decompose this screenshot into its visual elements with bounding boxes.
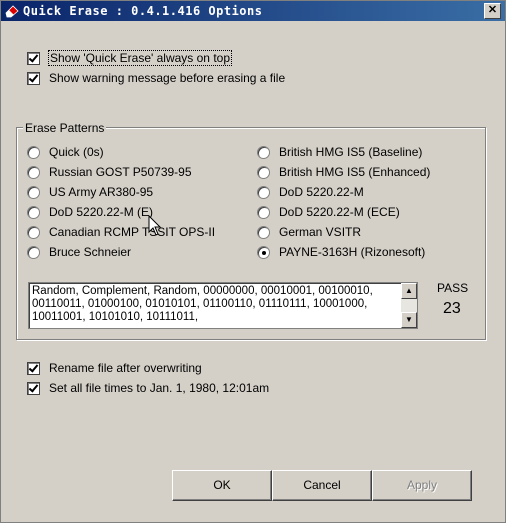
pattern-radio[interactable]: Quick (0s) xyxy=(27,145,104,159)
checkbox-label: Show 'Quick Erase' always on top xyxy=(48,50,232,66)
pattern-radio[interactable]: Bruce Schneier xyxy=(27,245,131,259)
radio-label: US Army AR380-95 xyxy=(49,185,154,199)
rename-file-checkbox[interactable]: Rename file after overwriting xyxy=(27,361,202,375)
title-bar[interactable]: Quick Erase : 0.4.1.416 Options ✕ xyxy=(1,1,505,21)
group-label: Erase Patterns xyxy=(23,121,107,135)
set-file-times-checkbox[interactable]: Set all file times to Jan. 1, 1980, 12:0… xyxy=(27,381,269,395)
radio-dot[interactable] xyxy=(257,245,270,259)
radio-dot[interactable] xyxy=(257,165,270,179)
radio-label: DoD 5220.22-M (E) xyxy=(49,205,154,219)
ok-button[interactable]: OK xyxy=(172,470,272,501)
pattern-description[interactable]: Random, Complement, Random, 00000000, 00… xyxy=(28,282,418,329)
radio-label: PAYNE-3163H (Rizonesoft) xyxy=(279,245,426,259)
radio-dot[interactable] xyxy=(27,245,40,259)
radio-dot[interactable] xyxy=(27,165,40,179)
radio-label: Quick (0s) xyxy=(49,145,104,159)
pattern-radio[interactable]: PAYNE-3163H (Rizonesoft) xyxy=(257,245,425,259)
pattern-radio[interactable]: Canadian RCMP TSSIT OPS-II xyxy=(27,225,215,239)
always-on-top-checkbox[interactable]: Show 'Quick Erase' always on top xyxy=(27,50,232,66)
radio-label: Canadian RCMP TSSIT OPS-II xyxy=(49,225,216,239)
radio-label: Bruce Schneier xyxy=(49,245,132,259)
scroll-down-icon[interactable]: ▼ xyxy=(401,312,417,328)
pass-label: PASS xyxy=(437,281,469,295)
radio-label: Russian GOST P50739-95 xyxy=(49,165,192,179)
radio-dot[interactable] xyxy=(257,205,270,219)
warning-message-checkbox[interactable]: Show warning message before erasing a fi… xyxy=(27,71,285,85)
checkbox-box[interactable] xyxy=(27,51,40,65)
pattern-radio[interactable]: British HMG IS5 (Enhanced) xyxy=(257,165,430,179)
pattern-radio[interactable]: DoD 5220.22-M (E) xyxy=(27,205,153,219)
apply-button[interactable]: Apply xyxy=(372,470,472,501)
checkbox-label: Set all file times to Jan. 1, 1980, 12:0… xyxy=(49,381,270,395)
radio-dot[interactable] xyxy=(27,185,40,199)
checkbox-box[interactable] xyxy=(27,71,40,85)
radio-label: German VSITR xyxy=(279,225,362,239)
vertical-scrollbar[interactable]: ▲ ▼ xyxy=(401,283,417,328)
close-button[interactable]: ✕ xyxy=(484,3,501,19)
radio-label: DoD 5220.22-M xyxy=(279,185,364,199)
window-title: Quick Erase : 0.4.1.416 Options xyxy=(23,4,263,18)
pattern-radio[interactable]: British HMG IS5 (Baseline) xyxy=(257,145,422,159)
pattern-radio[interactable]: DoD 5220.22-M (ECE) xyxy=(257,205,400,219)
radio-dot[interactable] xyxy=(257,145,270,159)
pass-count: 23 xyxy=(443,300,461,317)
pattern-description-text: Random, Complement, Random, 00000000, 00… xyxy=(32,285,373,323)
checkbox-box[interactable] xyxy=(27,361,40,375)
checkbox-box[interactable] xyxy=(27,381,40,395)
radio-label: British HMG IS5 (Baseline) xyxy=(279,145,423,159)
pattern-radio[interactable]: US Army AR380-95 xyxy=(27,185,153,199)
radio-dot[interactable] xyxy=(257,225,270,239)
checkbox-label: Show warning message before erasing a fi… xyxy=(49,71,286,85)
pattern-radio[interactable]: Russian GOST P50739-95 xyxy=(27,165,192,179)
radio-label: DoD 5220.22-M (ECE) xyxy=(279,205,400,219)
cancel-button[interactable]: Cancel xyxy=(272,470,372,501)
checkbox-label: Rename file after overwriting xyxy=(49,361,202,375)
radio-dot[interactable] xyxy=(27,225,40,239)
radio-dot[interactable] xyxy=(27,205,40,219)
radio-label: British HMG IS5 (Enhanced) xyxy=(279,165,431,179)
radio-dot[interactable] xyxy=(257,185,270,199)
pattern-radio[interactable]: DoD 5220.22-M xyxy=(257,185,364,199)
radio-dot[interactable] xyxy=(27,145,40,159)
scroll-up-icon[interactable]: ▲ xyxy=(401,283,417,299)
pattern-radio[interactable]: German VSITR xyxy=(257,225,361,239)
eraser-icon xyxy=(5,5,19,18)
mouse-cursor-icon xyxy=(148,215,162,236)
